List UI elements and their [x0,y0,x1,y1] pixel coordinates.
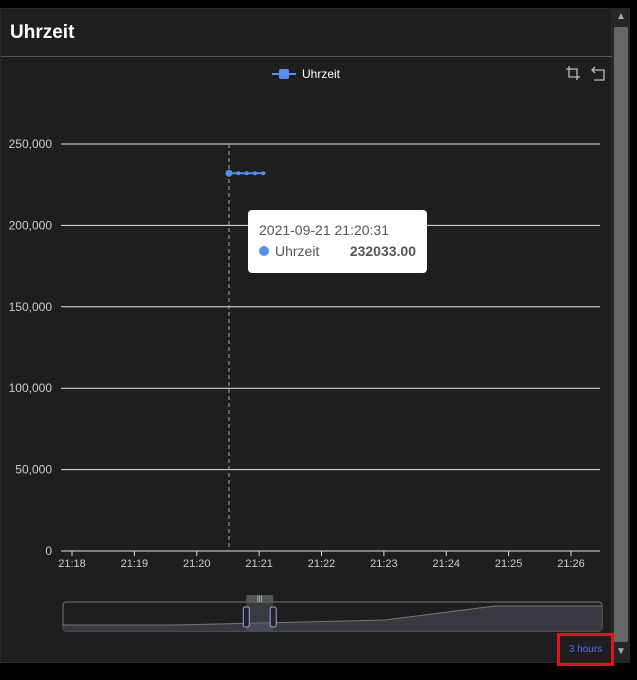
zoom-area [63,606,602,631]
x-tick-label: 21:23 [370,558,398,570]
data-point [244,171,249,176]
data-point [236,171,241,176]
data-point [252,171,257,176]
tooltip-series-name: Uhrzeit [275,243,320,259]
y-tick-label: 200,000 [9,218,53,232]
line-chart[interactable]: 0 50,000 100,000 150,000 200,000 250,000 21:1… [0,0,637,680]
range-highlight-box: 3 hours [557,633,614,666]
x-tick-label: 21:24 [432,558,460,570]
y-tick-label: 250,000 [9,137,53,151]
scroll-down-arrow-icon[interactable]: ▼ [614,645,628,659]
x-tick-label: 21:19 [121,558,149,570]
data-zoom-slider: ||| [62,595,603,632]
data-point [225,169,233,177]
y-tick-label: 150,000 [9,300,53,314]
chart-tooltip: 2021-09-21 21:20:31 Uhrzeit 232033.00 [248,210,427,273]
tooltip-value: 232033.00 [349,243,416,259]
zoom-handle [269,606,277,628]
x-tick-label: 21:18 [58,558,86,570]
data-point [261,171,266,176]
x-tick-label: 21:21 [245,558,273,570]
x-tick-label: 21:22 [308,558,336,570]
x-axis: 21:18 21:19 21:20 21:21 21:22 21:23 21:24 21:25… [58,550,600,570]
y-tick-label: 50,000 [15,463,52,477]
tooltip-series-dot [259,246,269,256]
y-axis-ticks: 0 50,000 100,000 150,000 200,000 250,000 [9,137,53,558]
chart-grid [61,143,600,471]
zoom-handle [242,606,250,628]
range-3-hours-link[interactable]: 3 hours [569,644,602,655]
y-tick-label: 0 [45,544,52,558]
scroll-up-arrow-icon[interactable]: ▲ [614,10,628,24]
zoom-grip-icon: ||| [257,596,263,603]
x-tick-label: 21:20 [183,558,211,570]
tooltip-timestamp: 2021-09-21 21:20:31 [259,222,389,238]
zoom-window [246,602,274,631]
x-tick-label: 21:25 [495,558,523,570]
y-tick-label: 100,000 [9,381,53,395]
x-tick-label: 21:26 [557,558,585,570]
series-uhrzeit [225,169,266,177]
tooltip-row: Uhrzeit 232033.00 [259,243,416,259]
scrollbar-thumb[interactable] [614,27,628,642]
